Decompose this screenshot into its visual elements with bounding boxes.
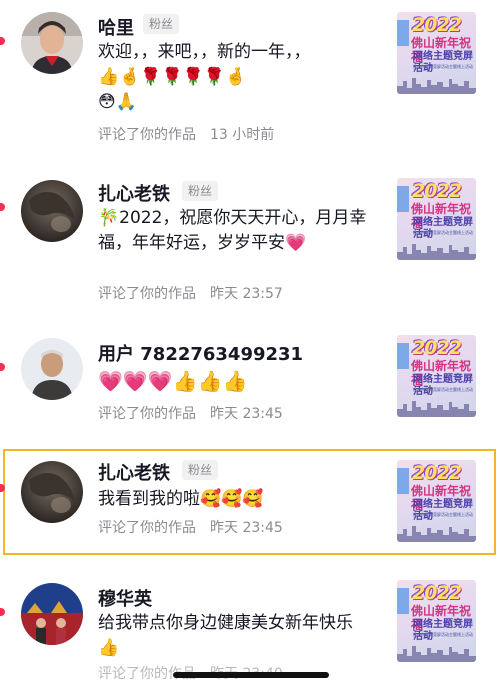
thumbnail-side-tag [397,468,409,494]
thumbnail-city-graphic [397,401,476,417]
comment-item[interactable]: 扎心老铁 粉丝 🎋2022，祝愿你天天开心，月月幸福，年年好运，岁岁平安💗 评论… [0,170,500,310]
timestamp: 昨天 23:45 [210,406,283,422]
user-name[interactable]: 穆华英 [98,585,152,611]
comment-meta: 评论了你的作品 昨天 23:57 [98,283,297,303]
thumbnail-side-tag [397,588,409,614]
user-name[interactable]: 扎心老铁 [98,180,170,206]
comment-meta: 评论了你的作品 昨天 23:45 [98,517,297,537]
unread-dot-icon [0,203,5,211]
unread-dot-icon [0,363,5,371]
video-thumbnail[interactable]: 2022 佛山新年祝福 网络主题竞屏活动 佛山市网络竞屏活动主题线上活动 [397,12,476,94]
unread-dot-icon [0,37,5,45]
unread-dot-icon [0,484,5,492]
thumbnail-city-graphic [397,646,476,662]
comment-emojis: 👍 [98,638,120,658]
timestamp: 昨天 23:57 [210,286,283,302]
user-name[interactable]: 用户 7822763499231 [98,340,303,366]
thumbnail-caption: 佛山市网络竞屏活动主题线上活动 [413,512,473,517]
thumbnail-year: 2022 [412,180,462,202]
comment-emojis: 🥰🥰🥰 [200,489,264,509]
avatar[interactable] [21,12,83,74]
avatar[interactable] [21,583,83,645]
comment-item[interactable]: 哈里 粉丝 欢迎，，来吧，，新的一年，， 👍🤞🌹🌹🌹🌹🤞 😳🙏 评论了你的作品 13… [0,0,500,150]
thumbnail-caption: 佛山市网络竞屏活动主题线上活动 [413,230,473,235]
comment-emojis: 💗💗💗👍👍👍 [98,369,248,393]
comment-text: 💗💗💗👍👍👍 [98,368,368,396]
fan-badge: 粉丝 [182,460,219,480]
thumbnail-caption: 佛山市网络竞屏活动主题线上活动 [413,64,473,69]
thumbnail-city-graphic [397,244,476,260]
thumbnail-caption: 佛山市网络竞屏活动主题线上活动 [413,387,473,392]
timestamp: 昨天 23:45 [210,520,283,536]
video-thumbnail[interactable]: 2022 佛山新年祝福 网络主题竞屏活动 佛山市网络竞屏活动主题线上活动 [397,580,476,662]
comment-text: 我看到我的啦🥰🥰🥰 [98,487,368,512]
comment-emojis: 👍🤞🌹🌹🌹🌹🤞 [98,67,247,87]
thumbnail-side-tag [397,20,409,46]
thumbnail-side-tag [397,186,409,212]
comment-item[interactable]: 用户 7822763499231 💗💗💗👍👍👍 评论了你的作品 昨天 23:45 … [0,330,500,440]
action-text: 评论了你的作品 [98,127,196,143]
thumbnail-year: 2022 [412,14,462,36]
comment-emojis: 😳🙏 [98,92,137,112]
thumbnail-side-tag [397,343,409,369]
thumbnail-year: 2022 [412,582,462,604]
comment-item[interactable]: 穆华英 给我带点你身边健康美女新年快乐👍 评论了你的作品昨天 23:40 202… [0,575,500,687]
comment-body: 2022，祝愿你天天开心，月月幸福，年年好运，岁岁平安 [98,208,367,253]
timestamp: 13 小时前 [210,127,275,143]
comment-emoji-prefix: 🎋 [98,208,120,228]
video-thumbnail[interactable]: 2022 佛山新年祝福 网络主题竞屏活动 佛山市网络竞屏活动主题线上活动 [397,335,476,417]
comment-item[interactable]: 扎心老铁 粉丝 我看到我的啦🥰🥰🥰 评论了你的作品 昨天 23:45 2022 佛… [0,451,500,553]
comment-emojis: 💗 [285,233,307,253]
comment-text: 🎋2022，祝愿你天天开心，月月幸福，年年好运，岁岁平安💗 [98,206,368,256]
comment-meta: 评论了你的作品 昨天 23:45 [98,403,297,423]
comment-body: 我看到我的啦 [98,489,200,509]
user-name[interactable]: 扎心老铁 [98,459,170,485]
comment-text: 给我带点你身边健康美女新年快乐 👍 [98,611,368,661]
comment-text: 欢迎，，来吧，，新的一年，， 👍🤞🌹🌹🌹🌹🤞 😳🙏 [98,40,368,115]
action-text: 评论了你的作品 [98,406,196,422]
comment-notification-list: 哈里 粉丝 欢迎，，来吧，，新的一年，， 👍🤞🌹🌹🌹🌹🤞 😳🙏 评论了你的作品 13… [0,0,500,687]
thumbnail-city-graphic [397,526,476,542]
thumbnail-year: 2022 [412,462,462,484]
thumbnail-city-graphic [397,78,476,94]
avatar[interactable] [21,180,83,242]
action-text: 评论了你的作品 [98,286,196,302]
action-text: 评论了你的作品 [98,520,196,536]
comment-body: 给我带点你身边健康美女新年快乐 [98,613,353,633]
video-thumbnail[interactable]: 2022 佛山新年祝福 网络主题竞屏活动 佛山市网络竞屏活动主题线上活动 [397,460,476,542]
thumbnail-year: 2022 [412,337,462,359]
comment-meta: 评论了你的作品 13 小时前 [98,124,288,144]
comment-body: 欢迎，，来吧，，新的一年，， [98,42,311,62]
fan-badge: 粉丝 [182,181,219,201]
fan-badge: 粉丝 [143,14,180,34]
user-name[interactable]: 哈里 [98,14,134,40]
thumbnail-caption: 佛山市网络竞屏活动主题线上活动 [413,632,473,637]
home-indicator-bar[interactable] [173,672,329,678]
avatar[interactable] [21,461,83,523]
unread-dot-icon [0,608,5,616]
avatar[interactable] [21,338,83,400]
video-thumbnail[interactable]: 2022 佛山新年祝福 网络主题竞屏活动 佛山市网络竞屏活动主题线上活动 [397,178,476,260]
